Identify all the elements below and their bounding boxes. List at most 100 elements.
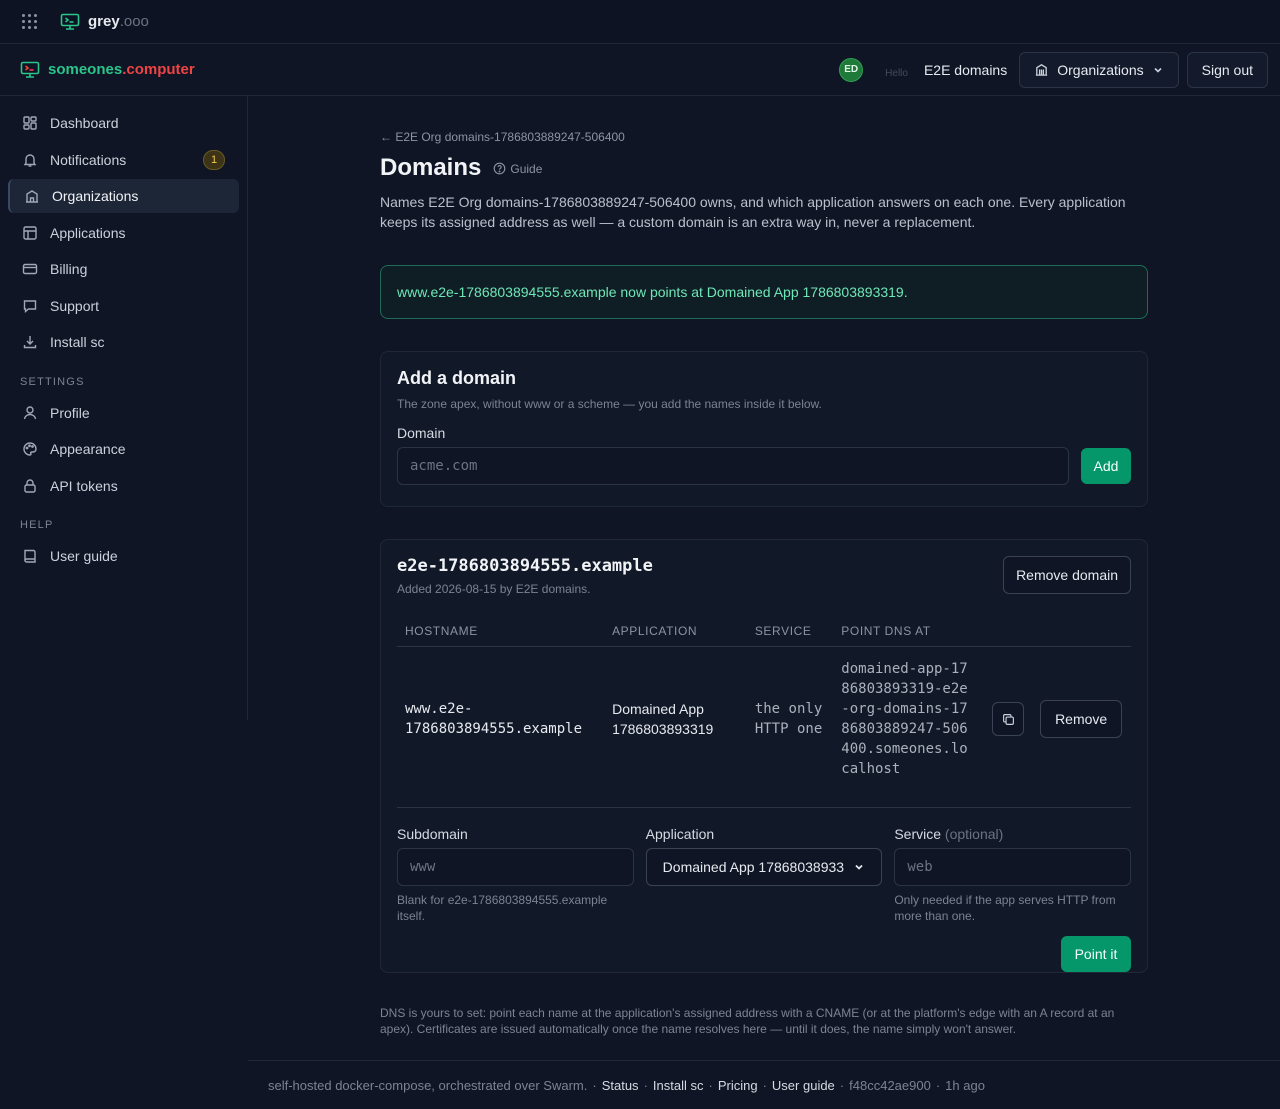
page-title: Domains (380, 154, 482, 181)
card-icon (22, 263, 38, 275)
sidebar-item-label: Appearance (50, 441, 126, 457)
sign-out-button[interactable]: Sign out (1186, 51, 1268, 88)
top-brand[interactable]: grey.ooo (60, 13, 149, 31)
service-optional: (optional) (944, 826, 1004, 842)
sidebar-item-user-guide[interactable]: User guide (8, 539, 239, 573)
sidebar-item-billing[interactable]: Billing (8, 252, 239, 286)
remove-hostname-button[interactable]: Remove (1040, 700, 1123, 738)
app-brand-right: .computer (122, 61, 195, 78)
sidebar-item-api-tokens[interactable]: API tokens (8, 469, 239, 503)
footer: self-hosted docker-compose, orchestrated… (248, 1060, 1280, 1109)
user-name: E2E domains (923, 61, 1008, 78)
column-header-application: APPLICATION (604, 616, 747, 647)
domain-card: e2e-1786803894555.example Added 2026-08-… (380, 539, 1148, 973)
service-hint: Only needed if the app serves HTTP from … (894, 893, 1116, 923)
footer-link-status[interactable]: Status (602, 1078, 639, 1093)
application-select-value: Domained App 17868038933 (662, 859, 845, 875)
lock-icon (24, 478, 36, 493)
monitor-icon (60, 13, 80, 30)
organizations-menu-button[interactable]: Organizations (1019, 51, 1179, 88)
footer-commit: f48cc42ae900 (849, 1077, 931, 1093)
chat-icon (23, 299, 37, 313)
column-header-actions (984, 616, 1131, 647)
building-icon (26, 190, 38, 203)
sidebar-item-dashboard[interactable]: Dashboard (8, 106, 239, 140)
copy-button[interactable] (992, 702, 1025, 736)
copy-icon (1002, 713, 1014, 725)
subdomain-label: Subdomain (397, 826, 468, 842)
sidebar-item-label: Install sc (50, 334, 105, 350)
notification-badge: 1 (203, 149, 225, 170)
chevron-down-icon (855, 864, 863, 870)
success-notice: www.e2e-1786803894555.example now points… (380, 265, 1148, 319)
sidebar-item-label: Organizations (52, 188, 139, 204)
sidebar-item-notifications[interactable]: Notifications 1 (8, 143, 239, 177)
avatar[interactable]: ED (839, 57, 864, 82)
application-cell: Domained App 1786803893319 (612, 701, 714, 737)
service-cell: the only HTTP one (754, 701, 823, 737)
sidebar: Dashboard Notifications 1 Organizations … (0, 96, 248, 720)
sidebar-item-support[interactable]: Support (8, 289, 239, 323)
terminal-monitor-icon (20, 61, 40, 78)
column-header-point-dns: POINT DNS AT (833, 616, 985, 647)
page-intro: Names E2E Org domains-1786803889247-5064… (380, 194, 1126, 230)
service-input[interactable]: web (894, 848, 1132, 886)
organizations-menu-label: Organizations (1057, 61, 1144, 78)
sidebar-item-organizations[interactable]: Organizations (8, 179, 239, 213)
sidebar-item-label: Notifications (50, 151, 127, 168)
application-select[interactable]: Domained App 17868038933 (645, 848, 883, 886)
divider (397, 807, 1131, 808)
footer-link-user-guide[interactable]: User guide (772, 1078, 835, 1093)
question-circle-icon (494, 162, 506, 175)
dashboard-icon (23, 116, 37, 130)
sidebar-item-label: User guide (50, 548, 118, 564)
subdomain-input[interactable]: www (397, 848, 634, 886)
row-actions: Remove (984, 647, 1131, 792)
footer-text: self-hosted docker-compose, orchestrated… (268, 1077, 588, 1093)
app-brand-left: someones (48, 61, 123, 78)
settings-section-header: SETTINGS (20, 375, 85, 388)
sidebar-item-applications[interactable]: Applications (8, 216, 239, 250)
sidebar-item-label: Support (50, 297, 100, 314)
sidebar-item-label: Profile (50, 404, 90, 421)
sidebar-item-label: Billing (50, 261, 88, 277)
sidebar-item-appearance[interactable]: Appearance (8, 432, 239, 466)
footer-link-pricing[interactable]: Pricing (718, 1078, 758, 1093)
add-domain-title: Add a domain (397, 368, 517, 388)
app-header: someones.computer ED Hello E2E domains O… (0, 44, 1280, 96)
sidebar-item-profile[interactable]: Profile (8, 396, 239, 430)
top-brand-main: grey (88, 13, 120, 30)
palette-icon (23, 442, 37, 456)
top-brand-dim: .ooo (119, 13, 149, 30)
application-label: Application (645, 826, 715, 842)
domain-field-label: Domain (397, 425, 446, 441)
point-dns-cell: domained-app-1786803893319-e2e-org-domai… (841, 661, 968, 777)
column-header-service: SERVICE (746, 616, 834, 647)
app-brand[interactable]: someones.computer (20, 61, 195, 79)
download-icon (23, 336, 37, 349)
back-link[interactable]: ← E2E Org domains-1786803889247-506400 (380, 130, 1148, 144)
sidebar-item-install-sc[interactable]: Install sc (8, 325, 239, 359)
building-icon (1036, 64, 1048, 76)
user-icon (23, 405, 37, 419)
point-it-button[interactable]: Point it (1061, 936, 1131, 972)
add-domain-help: The zone apex, without www or a scheme —… (397, 397, 822, 411)
column-header-hostname: HOSTNAME (397, 616, 605, 647)
guide-link[interactable]: Guide (493, 162, 542, 176)
book-icon (24, 549, 36, 563)
sidebar-item-label: Dashboard (50, 115, 119, 131)
domain-input[interactable]: acme.com (397, 447, 1069, 485)
guide-label: Guide (510, 161, 543, 176)
remove-domain-button[interactable]: Remove domain (1003, 556, 1131, 594)
add-domain-button[interactable]: Add (1081, 448, 1131, 484)
top-bar: grey.ooo (0, 0, 1280, 44)
add-domain-card: Add a domain The zone apex, without www … (380, 351, 1148, 507)
hostname-cell: www.e2e-1786803894555.example (405, 701, 583, 737)
hostnames-table: HOSTNAME APPLICATION SERVICE POINT DNS A… (397, 616, 1131, 791)
footer-link-install[interactable]: Install sc (653, 1078, 704, 1093)
apps-grid-icon[interactable] (22, 13, 38, 30)
footer-age: 1h ago (945, 1077, 985, 1093)
chevron-down-icon (1154, 67, 1162, 73)
sidebar-item-label: API tokens (50, 477, 118, 494)
help-section-header: HELP (20, 519, 54, 531)
